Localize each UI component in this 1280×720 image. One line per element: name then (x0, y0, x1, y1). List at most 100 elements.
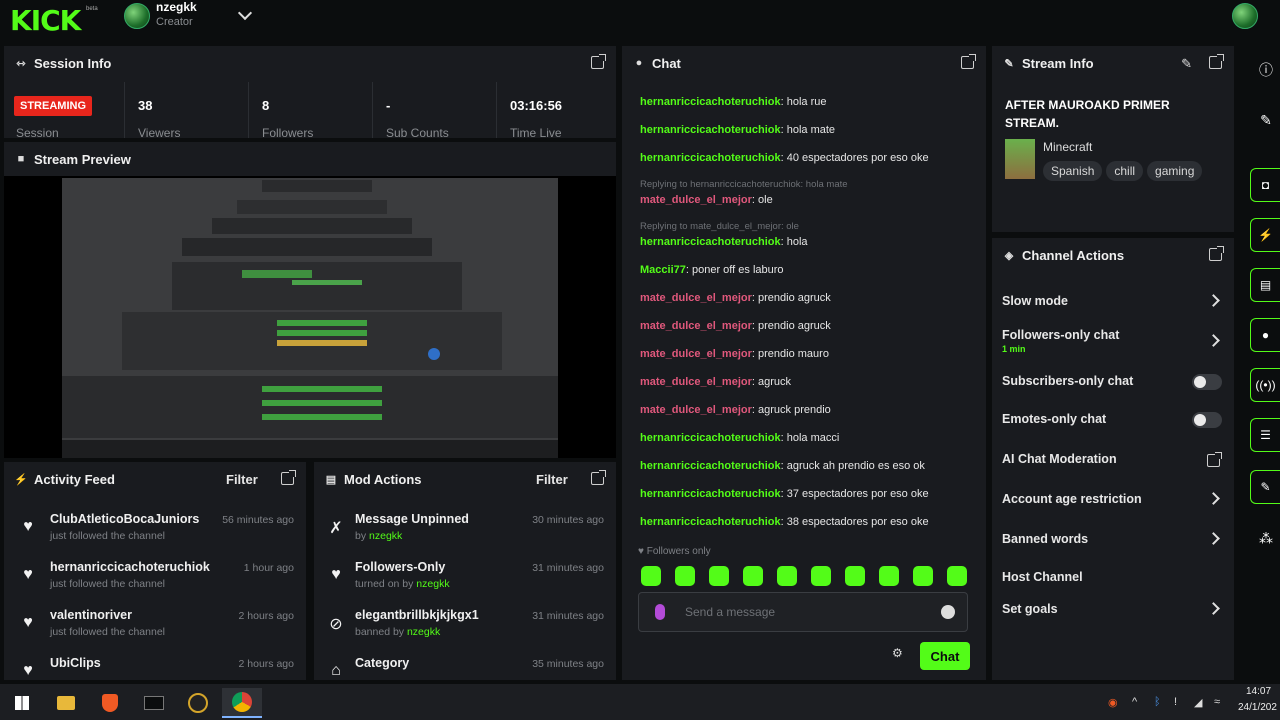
emote-icon[interactable] (641, 566, 661, 586)
chat-username[interactable]: hernanriccicachoteruchiok (640, 96, 781, 108)
chat-message[interactable]: mate_dulce_el_mejor: agruck prendio (640, 404, 831, 416)
channel-action-row[interactable]: Account age restriction (992, 482, 1234, 518)
chat-message[interactable]: hernanriccicachoteruchiok: hola mate (640, 124, 835, 136)
chat-username[interactable]: Maccii77 (640, 264, 686, 276)
chat-message[interactable]: hernanriccicachoteruchiok: 40 espectador… (640, 152, 929, 164)
chat-message[interactable]: hernanriccicachoteruchiok: agruck ah pre… (640, 460, 925, 472)
emote-icon[interactable] (947, 566, 967, 586)
camera-rail-button[interactable]: ◘ (1250, 168, 1280, 202)
mod-action-item[interactable]: ♥ Followers-Only turned on by nzegkk 31 … (314, 556, 616, 604)
mod-action-item[interactable]: ⌂ Category 35 minutes ago (314, 652, 616, 679)
chat-username[interactable]: hernanriccicachoteruchiok (640, 124, 781, 136)
windows-start-button[interactable] (2, 688, 42, 718)
channel-action-row[interactable]: Subscribers-only chat (992, 364, 1234, 400)
popout-icon[interactable] (1209, 54, 1224, 69)
emote-icon[interactable] (913, 566, 933, 586)
clock-time[interactable]: 14:07 (1246, 686, 1271, 697)
settings-gear-icon[interactable]: ⚙ (892, 646, 903, 660)
chat-message[interactable]: mate_dulce_el_mejor: agruck (640, 376, 791, 388)
chat-username[interactable]: mate_dulce_el_mejor (640, 376, 752, 388)
chat-username[interactable]: hernanriccicachoteruchiok (640, 236, 781, 248)
chat-send-button[interactable]: Chat (920, 642, 970, 670)
activity-item[interactable]: ♥ UbiClips 2 hours ago (4, 652, 306, 679)
chat-message[interactable]: mate_dulce_el_mejor: prendio mauro (640, 348, 829, 360)
channel-action-row[interactable]: Host Channel (992, 560, 1234, 596)
popout-icon[interactable] (591, 470, 606, 485)
chat-username[interactable]: mate_dulce_el_mejor (640, 320, 752, 332)
channel-action-row[interactable]: Followers-only chat 1 min (992, 324, 1234, 360)
emote-icon[interactable] (675, 566, 695, 586)
chat-input[interactable]: Send a message (638, 592, 968, 632)
tray-icon[interactable]: ◉ (1108, 696, 1120, 709)
volume-icon[interactable]: ◢ (1194, 696, 1206, 709)
emote-icon[interactable] (777, 566, 797, 586)
chat-username[interactable]: mate_dulce_el_mejor (640, 348, 752, 360)
external-link-icon[interactable] (1207, 452, 1222, 467)
chat-message[interactable]: hernanriccicachoteruchiok: hola rue (640, 96, 826, 108)
chevron-right-icon[interactable] (1207, 294, 1220, 307)
chat-username[interactable]: mate_dulce_el_mejor (640, 404, 752, 416)
chevron-down-icon[interactable] (237, 5, 253, 21)
chat-rail-button[interactable]: ● (1250, 318, 1280, 352)
chevron-right-icon[interactable] (1207, 532, 1220, 545)
obs-button[interactable] (178, 688, 218, 718)
popout-icon[interactable] (1209, 246, 1224, 261)
chat-message[interactable]: hernanriccicachoteruchiok: 38 espectador… (640, 516, 929, 528)
chat-message[interactable]: mate_dulce_el_mejor: prendio agruck (640, 292, 831, 304)
chrome-button[interactable] (222, 688, 262, 718)
document-rail-button[interactable]: ▤ (1250, 268, 1280, 302)
mod-filter-button[interactable]: Filter (536, 472, 568, 487)
popout-icon[interactable] (591, 54, 606, 69)
popout-icon[interactable] (961, 54, 976, 69)
chat-message[interactable]: mate_dulce_el_mejor: ole (640, 194, 773, 206)
activity-item[interactable]: ♥ valentinoriver just followed the chann… (4, 604, 306, 652)
emote-icon[interactable] (845, 566, 865, 586)
broadcast-rail-button[interactable]: ((•)) (1250, 368, 1280, 402)
bluetooth-icon[interactable]: ᛒ (1154, 696, 1166, 708)
tag[interactable]: Spanish (1043, 161, 1103, 181)
info-icon[interactable]: ⓘ (1254, 58, 1278, 82)
toggle-switch[interactable] (1192, 374, 1222, 390)
channel-avatar[interactable] (124, 3, 150, 29)
wifi-icon[interactable]: ≈ (1214, 696, 1226, 708)
chat-message[interactable]: Maccii77: poner off es laburo (640, 264, 784, 276)
chevron-up-icon[interactable]: ^ (1132, 696, 1144, 708)
chat-message[interactable]: hernanriccicachoteruchiok: hola macci (640, 432, 839, 444)
emote-icon[interactable] (743, 566, 763, 586)
toggle-switch[interactable] (1192, 412, 1222, 428)
chevron-right-icon[interactable] (1207, 602, 1220, 615)
chat-message[interactable]: hernanriccicachoteruchiok: hola (640, 236, 808, 248)
emoji-icon[interactable] (941, 605, 955, 619)
user-avatar[interactable] (1232, 3, 1258, 29)
mic-icon[interactable]: ! (1174, 696, 1186, 708)
file-explorer-button[interactable] (46, 688, 86, 718)
activity-item[interactable]: ♥ ClubAtleticoBocaJuniors just followed … (4, 508, 306, 556)
emote-icon[interactable] (811, 566, 831, 586)
emote-icon[interactable] (879, 566, 899, 586)
chat-username[interactable]: mate_dulce_el_mejor (640, 292, 752, 304)
channel-action-row[interactable]: Emotes-only chat (992, 402, 1234, 438)
kick-logo[interactable]: KICK (10, 4, 81, 37)
chat-username[interactable]: mate_dulce_el_mejor (640, 194, 752, 206)
users-rail-button[interactable]: ☰ (1250, 418, 1280, 452)
chevron-right-icon[interactable] (1207, 492, 1220, 505)
share-icon[interactable]: ⁂ (1254, 526, 1278, 550)
terminal-button[interactable] (134, 688, 174, 718)
chevron-right-icon[interactable] (1207, 334, 1220, 347)
tag[interactable]: chill (1106, 161, 1144, 181)
edit-icon[interactable]: ✎ (1254, 108, 1278, 132)
stream-video[interactable] (62, 178, 558, 458)
edit-pencil-icon[interactable]: ✎ (1181, 56, 1192, 72)
channel-action-row[interactable]: Slow mode (992, 284, 1234, 320)
activity-item[interactable]: ♥ hernanriccicachoteruchiok just followe… (4, 556, 306, 604)
tools-rail-button[interactable]: ✎ (1250, 470, 1280, 504)
mod-action-item[interactable]: ⊘ elegantbrillbkjkjkgx1 banned by nzegkk… (314, 604, 616, 652)
clock-date[interactable]: 24/1/202 (1238, 702, 1277, 713)
mod-action-item[interactable]: ✗ Message Unpinned by nzegkk 30 minutes … (314, 508, 616, 556)
activity-filter-button[interactable]: Filter (226, 472, 258, 487)
flash-rail-button[interactable]: ⚡ (1250, 218, 1280, 252)
popout-icon[interactable] (281, 470, 296, 485)
chat-message[interactable]: hernanriccicachoteruchiok: 37 espectador… (640, 488, 929, 500)
channel-action-row[interactable]: AI Chat Moderation (992, 442, 1234, 478)
chat-username[interactable]: hernanriccicachoteruchiok (640, 152, 781, 164)
